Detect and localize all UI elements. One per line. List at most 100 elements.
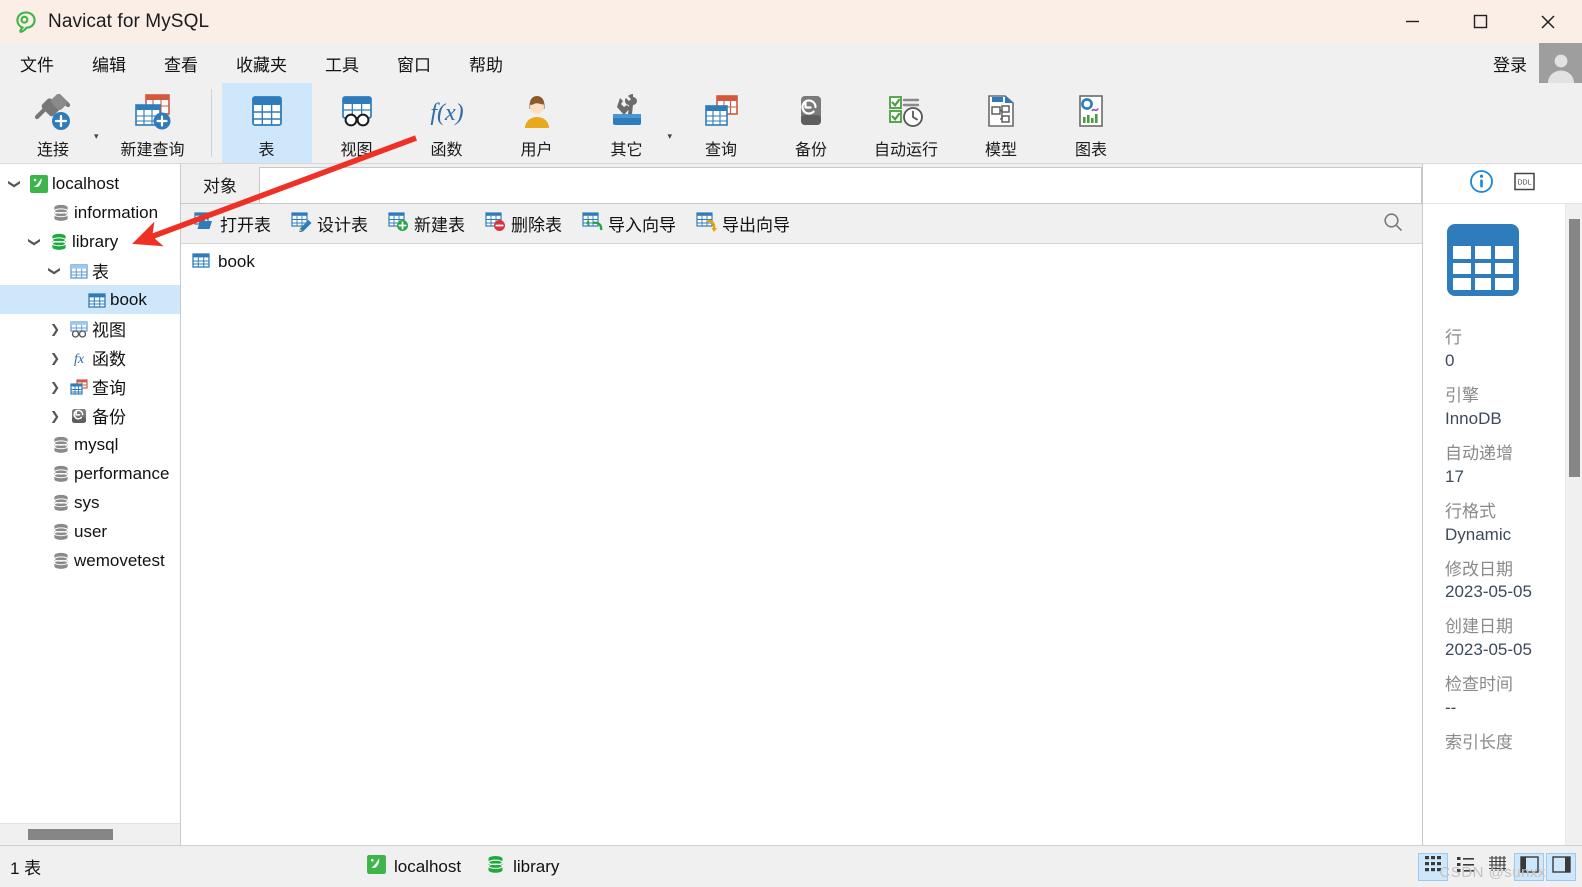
import-wizard-button[interactable]: 导入向导 <box>573 207 684 240</box>
new-table-label: 新建表 <box>414 216 465 235</box>
menu-item-favorites[interactable]: 收藏夹 <box>224 48 299 79</box>
tree-item-library[interactable]: ❯ library <box>0 227 180 256</box>
toolbar-button-query[interactable]: 查询 <box>676 83 766 163</box>
toolbar-button-other[interactable]: 其它 <box>582 83 672 163</box>
menu-item-window[interactable]: 窗口 <box>385 48 443 79</box>
database-gray-icon <box>48 522 74 542</box>
import-wizard-icon <box>581 210 603 237</box>
tab-content-frame <box>259 167 1422 203</box>
menu-item-tools[interactable]: 工具 <box>313 48 371 79</box>
tree-item-queries-folder[interactable]: ❯ 查询 <box>0 372 180 401</box>
export-wizard-button[interactable]: 导出向导 <box>687 207 798 240</box>
backup-icon <box>789 89 833 135</box>
export-wizard-icon <box>695 210 717 237</box>
info-panel-scrollbar-thumb[interactable] <box>1569 219 1580 477</box>
toolbar-button-user[interactable]: 用户 <box>492 83 582 163</box>
chevron-right-icon[interactable]: ❯ <box>44 323 66 335</box>
menu-item-file[interactable]: 文件 <box>8 48 66 79</box>
info-panel-tabs: DDL <box>1423 164 1582 204</box>
database-gray-icon <box>48 203 74 223</box>
title-bar: Navicat for MySQL <box>0 0 1582 43</box>
tree-item-information[interactable]: information <box>0 198 180 227</box>
info-value-check-time: -- <box>1445 698 1457 718</box>
toolbar-button-function[interactable]: f(x) 函数 <box>402 83 492 163</box>
tables-folder-icon <box>66 261 92 281</box>
login-link[interactable]: 登录 <box>1481 51 1539 76</box>
info-field-created-date: 创建日期 2023-05-05 <box>1445 616 1582 662</box>
svg-text:fx: fx <box>74 352 85 367</box>
chevron-right-icon[interactable]: ❯ <box>44 381 66 393</box>
chevron-down-icon[interactable]: ❯ <box>4 178 26 190</box>
menu-item-edit[interactable]: 编辑 <box>80 48 138 79</box>
toolbar-label-table: 表 <box>258 142 275 159</box>
tree-item-mysql[interactable]: mysql <box>0 430 180 459</box>
info-field-modified-date: 修改日期 2023-05-05 <box>1445 559 1582 605</box>
close-button[interactable] <box>1514 0 1582 43</box>
info-key-auto-increment: 自动递增 <box>1445 443 1513 463</box>
window-title: Navicat for MySQL <box>48 10 210 32</box>
info-key-created-date: 创建日期 <box>1445 617 1513 637</box>
menu-item-help[interactable]: 帮助 <box>457 48 515 79</box>
sidebar-scrollbar-thumb[interactable] <box>28 829 113 840</box>
toolbar-button-chart[interactable]: 图表 <box>1046 83 1136 163</box>
toolbar-label-model: 模型 <box>985 142 1018 159</box>
menu-item-view[interactable]: 查看 <box>152 48 210 79</box>
svg-text:DDL: DDL <box>1517 179 1531 186</box>
design-table-button[interactable]: 设计表 <box>282 207 376 240</box>
detail-view-button[interactable] <box>1482 853 1512 881</box>
maximize-button[interactable] <box>1446 0 1514 43</box>
menu-bar-right: 登录 <box>1481 43 1582 83</box>
tree-label-book: book <box>110 289 147 309</box>
tree-item-functions-folder[interactable]: ❯ fx 函数 <box>0 343 180 372</box>
tree-item-performance[interactable]: performance <box>0 459 180 488</box>
chevron-right-icon[interactable]: ❯ <box>44 410 66 422</box>
toolbar-label-view: 视图 <box>340 142 373 159</box>
list-item[interactable]: book <box>181 247 1422 277</box>
object-search-button[interactable] <box>1382 204 1404 244</box>
info-panel-scrollbar[interactable] <box>1565 204 1582 845</box>
info-value-row-format: Dynamic <box>1445 524 1512 544</box>
minimize-button[interactable] <box>1378 0 1446 43</box>
tree-item-user[interactable]: user <box>0 517 180 546</box>
right-pane-icon <box>1551 855 1571 878</box>
tree-item-sys[interactable]: sys <box>0 488 180 517</box>
tree-item-wemovetest[interactable]: wemovetest <box>0 546 180 575</box>
info-circle-icon[interactable] <box>1469 169 1494 199</box>
tree-item-localhost[interactable]: ❯ localhost <box>0 169 180 198</box>
tree-item-book[interactable]: book <box>0 285 180 314</box>
delete-table-button[interactable]: 删除表 <box>476 207 570 240</box>
toolbar-button-connection[interactable]: 连接 <box>8 83 98 163</box>
toolbar-button-table[interactable]: 表 <box>221 83 312 163</box>
chevron-down-icon[interactable]: ❯ <box>44 265 66 277</box>
status-count: 1 表 <box>10 859 42 878</box>
tree-item-views-folder[interactable]: ❯ 视图 <box>0 314 180 343</box>
sidebar-horizontal-scrollbar[interactable] <box>0 823 180 845</box>
right-pane-button[interactable] <box>1546 852 1576 881</box>
queries-folder-icon <box>66 377 92 397</box>
list-view-button[interactable] <box>1450 853 1480 881</box>
status-view-buttons <box>1418 852 1576 881</box>
tree-item-backups-folder[interactable]: ❯ 备份 <box>0 401 180 430</box>
new-table-button[interactable]: 新建表 <box>379 207 473 240</box>
list-view-icon <box>1456 855 1475 878</box>
chevron-right-icon[interactable]: ❯ <box>44 352 66 364</box>
tree-item-tables-folder[interactable]: ❯ 表 <box>0 256 180 285</box>
main-panel: 对象 打开表 设计表 新建表 删除表 导入向导 导出向导 book <box>181 164 1422 845</box>
toolbar-button-model[interactable]: 模型 <box>956 83 1046 163</box>
tree-label-functions-folder: 函数 <box>92 350 126 369</box>
toolbar-button-view[interactable]: 视图 <box>312 83 402 163</box>
chevron-down-icon[interactable]: ❯ <box>24 236 46 248</box>
ddl-icon[interactable]: DDL <box>1512 170 1537 198</box>
toolbar-button-backup[interactable]: 备份 <box>766 83 856 163</box>
toolbar-separator <box>210 89 212 157</box>
avatar[interactable] <box>1539 43 1582 83</box>
status-database: library <box>485 854 559 880</box>
toolbar-button-automation[interactable]: 自动运行 <box>856 83 956 163</box>
open-table-button[interactable]: 打开表 <box>185 207 279 240</box>
toolbar-button-new-query[interactable]: 新建查询 <box>103 83 203 163</box>
table-blue-icon <box>191 250 211 275</box>
grid-view-button[interactable] <box>1418 852 1448 881</box>
tab-objects[interactable]: 对象 <box>181 164 259 204</box>
mysql-host-icon <box>366 854 387 880</box>
left-pane-button[interactable] <box>1514 852 1544 881</box>
